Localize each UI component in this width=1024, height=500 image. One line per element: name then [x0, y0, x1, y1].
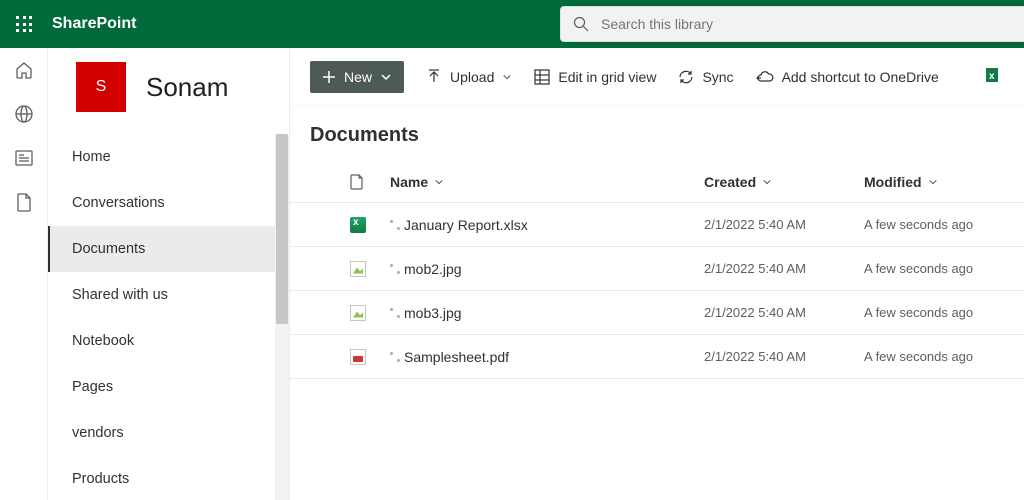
- image-file-icon: [350, 305, 366, 321]
- file-name: Samplesheet.pdf: [404, 349, 509, 365]
- file-name: mob2.jpg: [404, 261, 462, 277]
- suite-brand: SharePoint: [52, 15, 136, 33]
- search-input[interactable]: [601, 16, 1012, 32]
- file-created: 2/1/2022 5:40 AM: [704, 349, 864, 364]
- list-item[interactable]: mob2.jpg 2/1/2022 5:40 AM A few seconds …: [290, 247, 1024, 291]
- new-button[interactable]: New: [310, 61, 404, 93]
- command-bar: New Upload Edit in grid view Sync Add sh…: [290, 48, 1024, 106]
- sync-label: Sync: [702, 69, 733, 85]
- chevron-down-icon: [762, 177, 772, 187]
- file-modified: A few seconds ago: [864, 261, 1004, 276]
- nav-notebook[interactable]: Notebook: [48, 318, 289, 364]
- nav-pages[interactable]: Pages: [48, 364, 289, 410]
- nav-home[interactable]: Home: [48, 134, 289, 180]
- file-created: 2/1/2022 5:40 AM: [704, 217, 864, 232]
- new-indicator-icon: [390, 308, 400, 318]
- list-header: Name Created Modified: [290, 161, 1024, 203]
- files-icon[interactable]: [14, 192, 34, 212]
- chevron-down-icon: [380, 71, 392, 83]
- onedrive-shortcut-icon: [756, 70, 774, 84]
- header-name[interactable]: Name: [390, 174, 704, 190]
- chevron-down-icon: [928, 177, 938, 187]
- upload-button[interactable]: Upload: [426, 69, 512, 85]
- nav-conversations[interactable]: Conversations: [48, 180, 289, 226]
- new-indicator-icon: [390, 264, 400, 274]
- nav-documents[interactable]: Documents: [48, 226, 289, 272]
- file-name: mob3.jpg: [404, 305, 462, 321]
- news-icon[interactable]: [14, 148, 34, 168]
- nav-vendors[interactable]: vendors: [48, 410, 289, 456]
- file-modified: A few seconds ago: [864, 217, 1004, 232]
- file-name: January Report.xlsx: [404, 217, 528, 233]
- site-nav: Home Conversations Documents Shared with…: [48, 134, 289, 500]
- file-modified: A few seconds ago: [864, 305, 1004, 320]
- file-created: 2/1/2022 5:40 AM: [704, 305, 864, 320]
- new-indicator-icon: [390, 352, 400, 362]
- add-shortcut-button[interactable]: Add shortcut to OneDrive: [756, 69, 939, 85]
- nav-scrollbar[interactable]: [275, 134, 289, 500]
- list-item[interactable]: January Report.xlsx 2/1/2022 5:40 AM A f…: [290, 203, 1024, 247]
- image-file-icon: [350, 261, 366, 277]
- nav-shared-with-us[interactable]: Shared with us: [48, 272, 289, 318]
- grid-icon: [534, 69, 550, 85]
- search-box[interactable]: [560, 6, 1024, 42]
- plus-icon: [322, 70, 336, 84]
- header-modified[interactable]: Modified: [864, 174, 1004, 190]
- new-button-label: New: [344, 69, 372, 85]
- waffle-icon: [16, 16, 32, 32]
- document-list: Name Created Modified January Report.xls…: [290, 161, 1024, 379]
- site-name[interactable]: Sonam: [146, 72, 228, 103]
- app-rail: [0, 48, 48, 500]
- site-logo: S: [76, 62, 126, 112]
- sync-button[interactable]: Sync: [678, 69, 733, 85]
- search-icon: [573, 16, 589, 32]
- chevron-down-icon: [502, 72, 512, 82]
- svg-text:x: x: [989, 71, 995, 82]
- app-launcher[interactable]: [0, 0, 48, 48]
- upload-icon: [426, 69, 442, 85]
- file-modified: A few seconds ago: [864, 349, 1004, 364]
- nav-products[interactable]: Products: [48, 456, 289, 500]
- header-created[interactable]: Created: [704, 174, 864, 190]
- list-item[interactable]: Samplesheet.pdf 2/1/2022 5:40 AM A few s…: [290, 335, 1024, 379]
- page-title: Documents: [290, 124, 1024, 147]
- excel-file-icon: [350, 217, 366, 233]
- file-created: 2/1/2022 5:40 AM: [704, 261, 864, 276]
- add-shortcut-label: Add shortcut to OneDrive: [782, 69, 939, 85]
- edit-grid-button[interactable]: Edit in grid view: [534, 69, 656, 85]
- upload-label: Upload: [450, 69, 494, 85]
- globe-icon[interactable]: [14, 104, 34, 124]
- nav-scroll-thumb[interactable]: [276, 134, 288, 324]
- pdf-file-icon: [350, 349, 366, 365]
- file-type-header-icon[interactable]: [350, 174, 364, 190]
- list-item[interactable]: mob3.jpg 2/1/2022 5:40 AM A few seconds …: [290, 291, 1024, 335]
- edit-grid-label: Edit in grid view: [558, 69, 656, 85]
- excel-icon[interactable]: x: [986, 66, 1004, 87]
- new-indicator-icon: [390, 220, 400, 230]
- chevron-down-icon: [434, 177, 444, 187]
- sync-icon: [678, 69, 694, 85]
- home-icon[interactable]: [14, 60, 34, 80]
